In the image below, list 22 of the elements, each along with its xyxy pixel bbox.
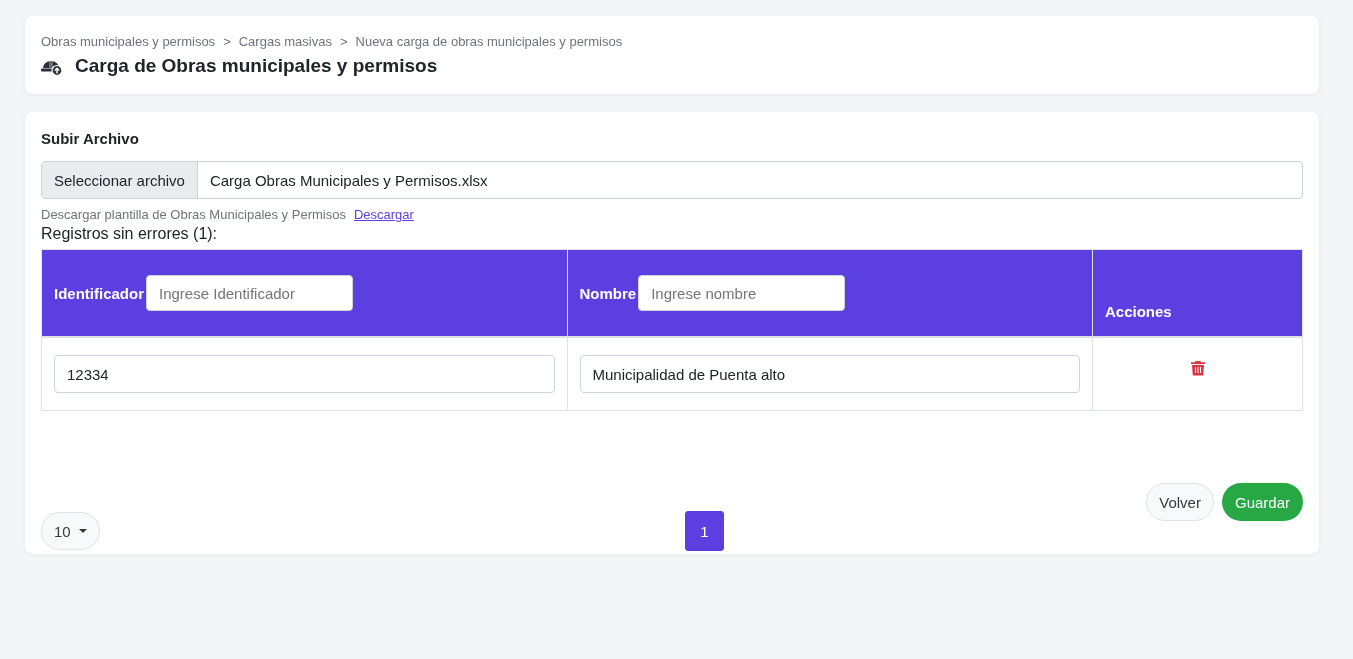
breadcrumb-item[interactable]: Cargas masivas: [238, 34, 332, 49]
cell-input[interactable]: Municipalidad de Puenta alto: [579, 355, 1080, 393]
column-label: Acciones: [1105, 303, 1172, 320]
column-label: Identificador: [54, 284, 144, 302]
column-label: Nombre: [579, 284, 637, 302]
page-button[interactable]: 1: [685, 511, 724, 551]
records-title: Registros sin errores (1):: [41, 225, 219, 243]
trash-icon[interactable]: [1190, 360, 1205, 376]
cell-input[interactable]: 12334: [54, 355, 555, 393]
filter-field[interactable]: Ingrese nombre: [638, 275, 846, 311]
download-link[interactable]: Descargar: [353, 207, 414, 222]
template-text: Descargar plantilla de Obras Municipales y Permisos: [41, 207, 346, 222]
breadcrumb-item[interactable]: Obras municipales y permisos: [41, 34, 216, 49]
back-button[interactable]: Volver: [1146, 483, 1214, 521]
page-title: Carga de Obras municipales y permisos: [75, 55, 438, 77]
breadcrumb-separator: >: [339, 34, 348, 49]
breadcrumb-separator: >: [223, 34, 231, 49]
upload-label: Subir Archivo: [41, 130, 140, 147]
file-input[interactable]: Seleccionar archivo Carga Obras Municipales y Permisos.xlsx: [41, 161, 1303, 199]
page-size-dropdown[interactable]: 10: [41, 512, 100, 550]
filter-field[interactable]: Ingrese Identificador: [146, 275, 353, 311]
breadcrumb-item: Nueva carga de obras municipales y permisos: [355, 34, 623, 49]
